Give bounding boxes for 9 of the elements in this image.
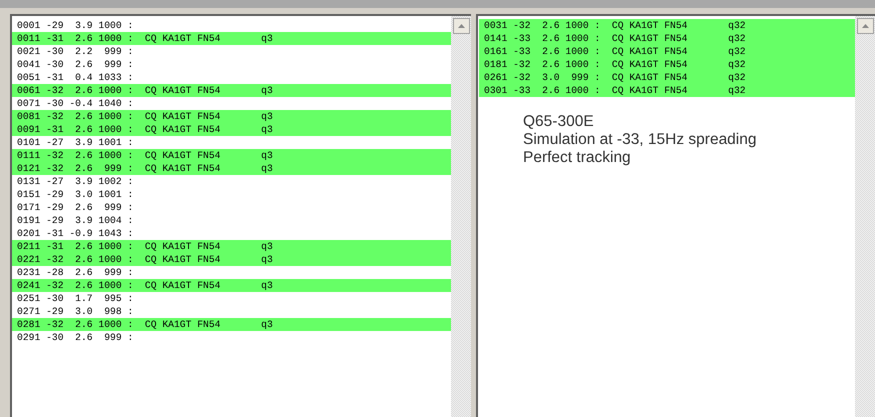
scrollbar[interactable] bbox=[855, 16, 875, 417]
note-text: Perfect tracking bbox=[523, 149, 632, 167]
up-arrow-icon bbox=[862, 24, 868, 28]
note-text: Simulation at -33, 15Hz spreading bbox=[523, 131, 758, 149]
up-arrow-icon bbox=[458, 24, 464, 28]
scroll-up-button[interactable] bbox=[452, 18, 470, 34]
scrollbar[interactable] bbox=[451, 16, 471, 417]
scroll-up-button[interactable] bbox=[856, 18, 874, 34]
note-text: Q65-300E bbox=[523, 113, 595, 131]
